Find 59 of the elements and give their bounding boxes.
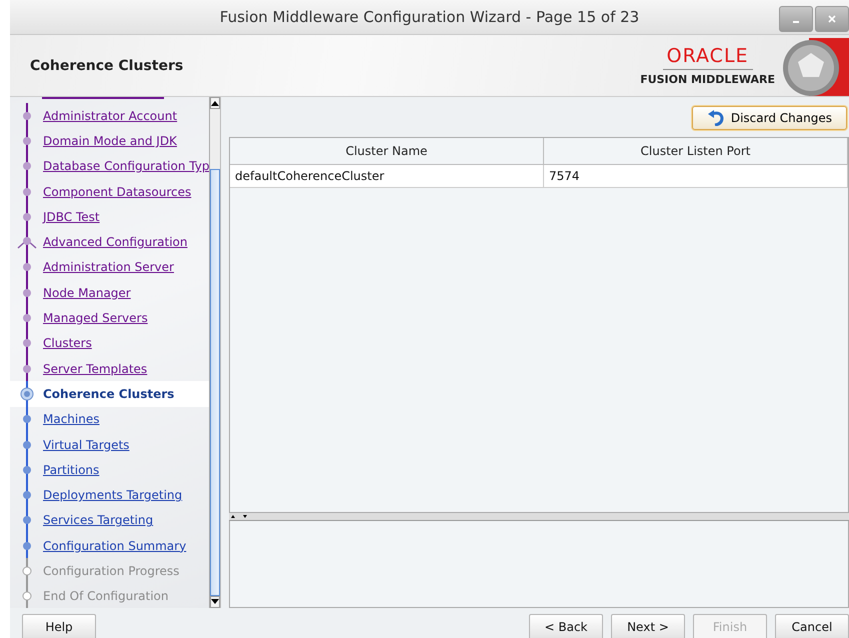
step-node-icon bbox=[22, 110, 32, 121]
step-node-icon bbox=[22, 515, 32, 526]
step-link[interactable]: Partitions bbox=[43, 462, 100, 477]
step-link[interactable]: Administrator Account bbox=[43, 108, 178, 123]
step-node-icon bbox=[22, 414, 32, 424]
step-link[interactable]: Database Configuration Typ bbox=[43, 159, 209, 174]
column-header[interactable]: Cluster Listen Port bbox=[544, 138, 848, 164]
step-node-icon bbox=[22, 212, 32, 222]
step-node-icon bbox=[22, 338, 32, 348]
close-button[interactable] bbox=[815, 6, 849, 32]
table-cell[interactable]: 7574 bbox=[544, 165, 848, 187]
close-icon bbox=[828, 15, 836, 23]
wizard-button[interactable]: Cancel bbox=[775, 614, 849, 638]
step-link[interactable]: Clusters bbox=[43, 336, 92, 350]
step-link[interactable]: Domain Mode and JDK bbox=[43, 134, 177, 148]
column-header[interactable]: Cluster Name bbox=[230, 138, 544, 164]
collapse-arrows-icon[interactable] bbox=[229, 514, 249, 520]
scroll-up-icon[interactable] bbox=[210, 97, 220, 109]
step-node-icon bbox=[22, 288, 32, 298]
wizard-button[interactable]: Next > bbox=[611, 614, 685, 638]
step-link[interactable]: Server Templates bbox=[43, 362, 148, 376]
step-node-icon bbox=[22, 186, 32, 197]
discard-changes-button[interactable]: Discard Changes bbox=[692, 106, 847, 130]
step-link[interactable]: Machines bbox=[43, 412, 100, 426]
step-node-icon bbox=[22, 313, 32, 324]
splitter-handle[interactable] bbox=[229, 513, 849, 521]
step-link[interactable]: JDBC Test bbox=[43, 210, 100, 224]
help-button[interactable]: Help bbox=[22, 614, 96, 638]
step-node-icon bbox=[22, 364, 32, 374]
step-link[interactable]: Deployments Targeting bbox=[43, 488, 182, 502]
step-link[interactable]: Services Targeting bbox=[43, 513, 154, 528]
undo-arrow-icon bbox=[706, 110, 725, 126]
step-link[interactable]: Virtual Targets bbox=[43, 438, 130, 452]
product-name: FUSION MIDDLEWARE bbox=[640, 73, 775, 86]
step-link[interactable]: Advanced Configuration bbox=[43, 235, 188, 250]
step-node-icon bbox=[22, 490, 32, 500]
wizard-button[interactable]: < Back bbox=[529, 614, 603, 638]
window-title: Fusion Middleware Configuration Wizard - Page 15 of 23 bbox=[220, 8, 640, 26]
step-node-icon bbox=[22, 566, 32, 576]
brand-logo: ORACLE bbox=[662, 45, 753, 70]
step-link[interactable]: Node Manager bbox=[43, 286, 131, 300]
step-link[interactable]: Configuration Summary bbox=[43, 538, 186, 553]
step-node-icon bbox=[22, 161, 32, 172]
step-link[interactable]: Managed Servers bbox=[43, 311, 148, 326]
step-node-icon bbox=[22, 464, 32, 475]
page-heading: Coherence Clusters bbox=[30, 58, 184, 74]
step-node-icon bbox=[22, 136, 32, 146]
scrollbar[interactable] bbox=[209, 97, 220, 608]
current-step-icon bbox=[20, 386, 34, 401]
step-link[interactable]: Component Datasources bbox=[43, 184, 192, 199]
step-node-icon bbox=[22, 540, 32, 551]
scroll-thumb[interactable] bbox=[210, 169, 220, 596]
scroll-down-icon[interactable] bbox=[210, 596, 220, 608]
step-node-icon bbox=[22, 262, 32, 272]
step-node-icon bbox=[22, 440, 32, 450]
step-link[interactable]: Administration Server bbox=[43, 260, 174, 274]
table-cell[interactable]: defaultCoherenceCluster bbox=[230, 165, 544, 187]
step-node-icon bbox=[22, 591, 32, 602]
minimize-button[interactable] bbox=[779, 6, 813, 32]
